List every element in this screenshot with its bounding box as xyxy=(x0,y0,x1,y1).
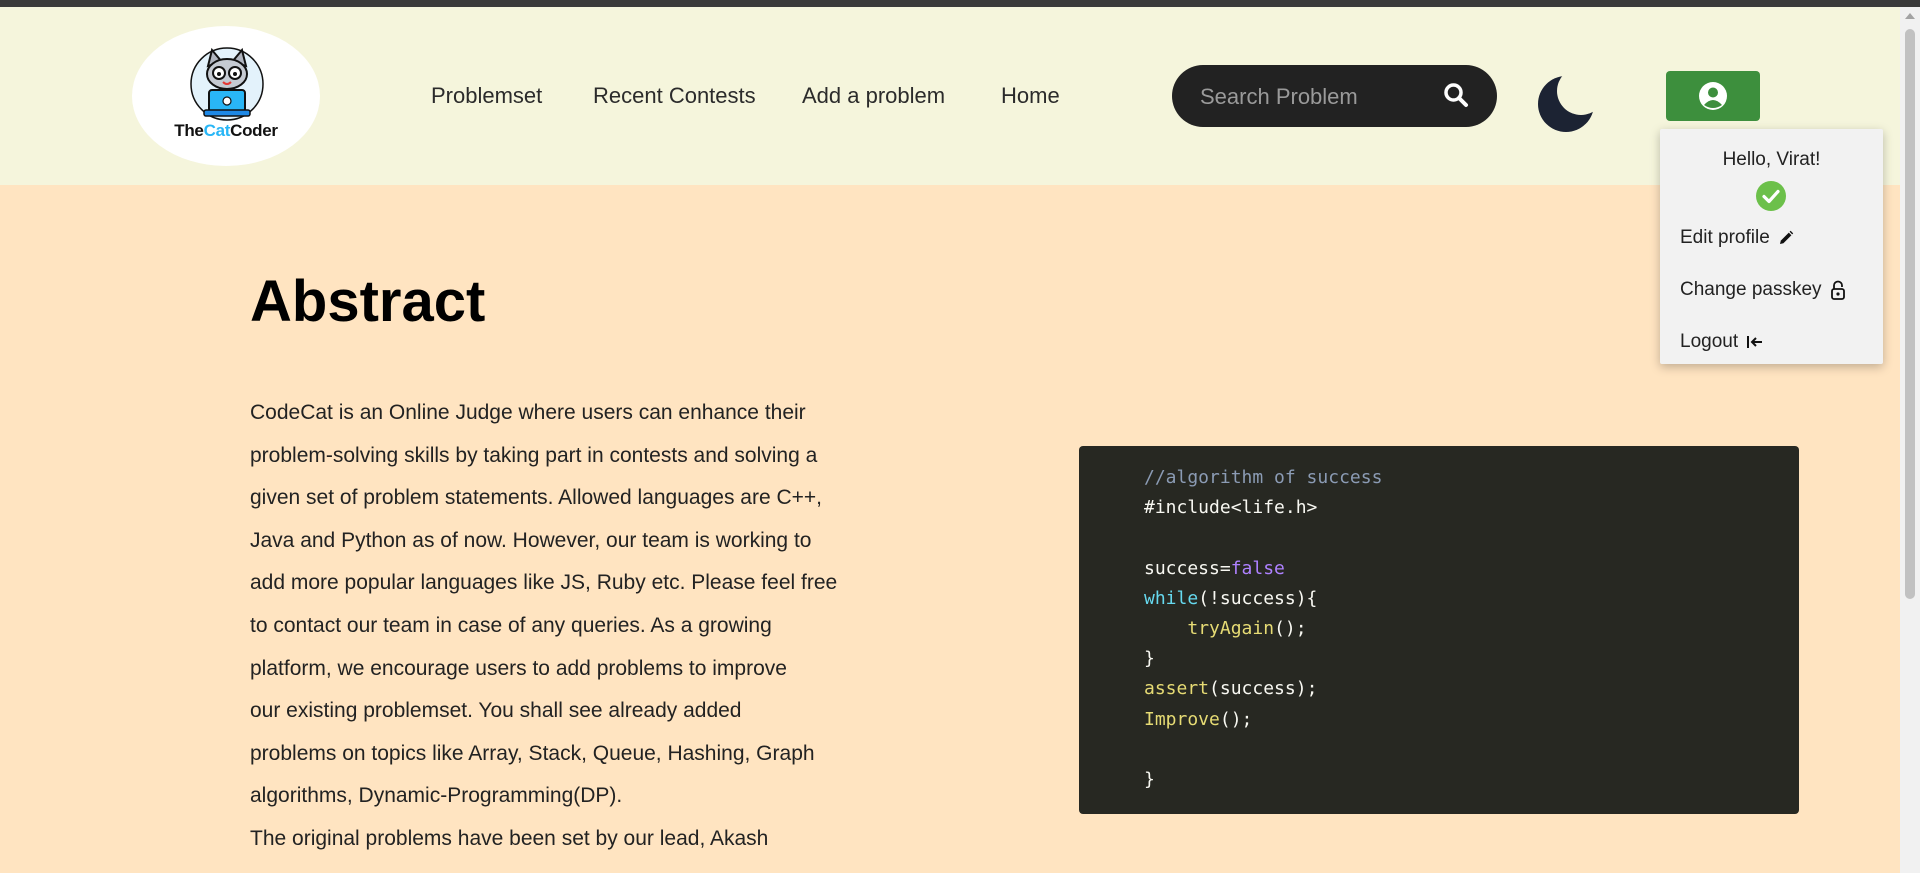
code-while-keyword: while xyxy=(1144,587,1199,609)
pencil-icon xyxy=(1779,230,1793,244)
site-logo[interactable]: TheCatCoder xyxy=(132,26,320,166)
logo-text: TheCatCoder xyxy=(132,121,320,141)
nav-home[interactable]: Home xyxy=(1001,83,1060,109)
second-paragraph: The original problems have been set by o… xyxy=(250,827,769,850)
page-title: Abstract xyxy=(250,269,486,334)
site-header: TheCatCoder Problemset Recent Contests A… xyxy=(0,7,1900,185)
change-passkey-label: Change passkey xyxy=(1680,279,1822,300)
moon-icon[interactable] xyxy=(1537,75,1595,133)
lock-icon xyxy=(1830,280,1845,300)
paragraph-line: to contact our team in case of any queri… xyxy=(250,613,772,637)
search-icon[interactable] xyxy=(1443,82,1469,108)
logout-item[interactable]: Logout xyxy=(1680,331,1764,353)
search-bar xyxy=(1172,65,1497,127)
vertical-scrollbar[interactable] xyxy=(1900,7,1920,873)
code-improve-rest: (); xyxy=(1219,708,1253,730)
code-block: //algorithm of success #include<life.h> … xyxy=(1079,446,1799,814)
paragraph-line: CodeCat is an Online Judge where users c… xyxy=(250,401,806,424)
change-passkey-item[interactable]: Change passkey xyxy=(1680,279,1846,301)
code-assert-fn: assert xyxy=(1144,678,1210,700)
edit-profile-item[interactable]: Edit profile xyxy=(1680,227,1794,249)
window-top-bar xyxy=(0,0,1920,7)
paragraph-line: given set of problem statements. Allowed… xyxy=(250,486,823,510)
code-assign-var: success= xyxy=(1144,557,1231,579)
logo-text-the: The xyxy=(174,121,204,140)
code-assert-rest: (success); xyxy=(1209,678,1318,700)
paragraph-line: Java and Python as of now. However, our … xyxy=(250,528,812,552)
paragraph-line: algorithms, Dynamic-Programming(DP). xyxy=(250,784,623,808)
edit-profile-label: Edit profile xyxy=(1680,227,1770,248)
logout-icon xyxy=(1747,336,1763,348)
code-assign-val: false xyxy=(1230,557,1285,579)
paragraph-line: add more popular languages like JS, Ruby… xyxy=(250,571,838,595)
search-input[interactable] xyxy=(1198,79,1432,115)
nav-recent-contests[interactable]: Recent Contests xyxy=(593,83,756,109)
code-close-brace: } xyxy=(1144,769,1155,791)
code-comment: //algorithm of success xyxy=(1144,467,1383,488)
code-try-fn: tryAgain xyxy=(1187,618,1275,640)
code-improve-fn: Improve xyxy=(1144,708,1220,730)
paragraph-line: problems on topics like Array, Stack, Qu… xyxy=(250,741,815,765)
logout-label: Logout xyxy=(1680,331,1739,352)
profile-button[interactable] xyxy=(1666,71,1760,121)
paragraph-line: our existing problemset. You shall see a… xyxy=(250,699,742,723)
code-text: //algorithm of success #include<life.h> … xyxy=(1144,463,1382,795)
code-try-rest: (); xyxy=(1274,618,1307,640)
profile-dropdown-menu: Hello, Virat! Edit profile Change passke… xyxy=(1660,129,1883,364)
greeting-text: Hello, Virat! xyxy=(1722,149,1821,170)
check-circle-icon xyxy=(1756,181,1786,211)
paragraph-line: platform, we encourage users to add prob… xyxy=(250,656,787,680)
scrollbar-thumb[interactable] xyxy=(1905,29,1915,599)
paragraph-line: problem-solving skills by taking part in… xyxy=(250,443,818,467)
code-include: #include<life.h> xyxy=(1144,497,1318,519)
user-circle-icon xyxy=(1699,82,1727,110)
logo-text-coder: Coder xyxy=(230,121,278,140)
scroll-up-arrow-icon[interactable] xyxy=(1905,13,1915,19)
logo-text-cat: Cat xyxy=(203,121,231,140)
nav-add-problem[interactable]: Add a problem xyxy=(802,83,945,109)
nav-problemset[interactable]: Problemset xyxy=(431,83,542,109)
cat-coder-logo-icon xyxy=(190,47,264,121)
code-while-cond: (!success){ xyxy=(1198,587,1318,609)
abstract-paragraph: CodeCat is an Online Judge where users c… xyxy=(250,392,850,818)
code-close-brace: } xyxy=(1144,648,1155,670)
